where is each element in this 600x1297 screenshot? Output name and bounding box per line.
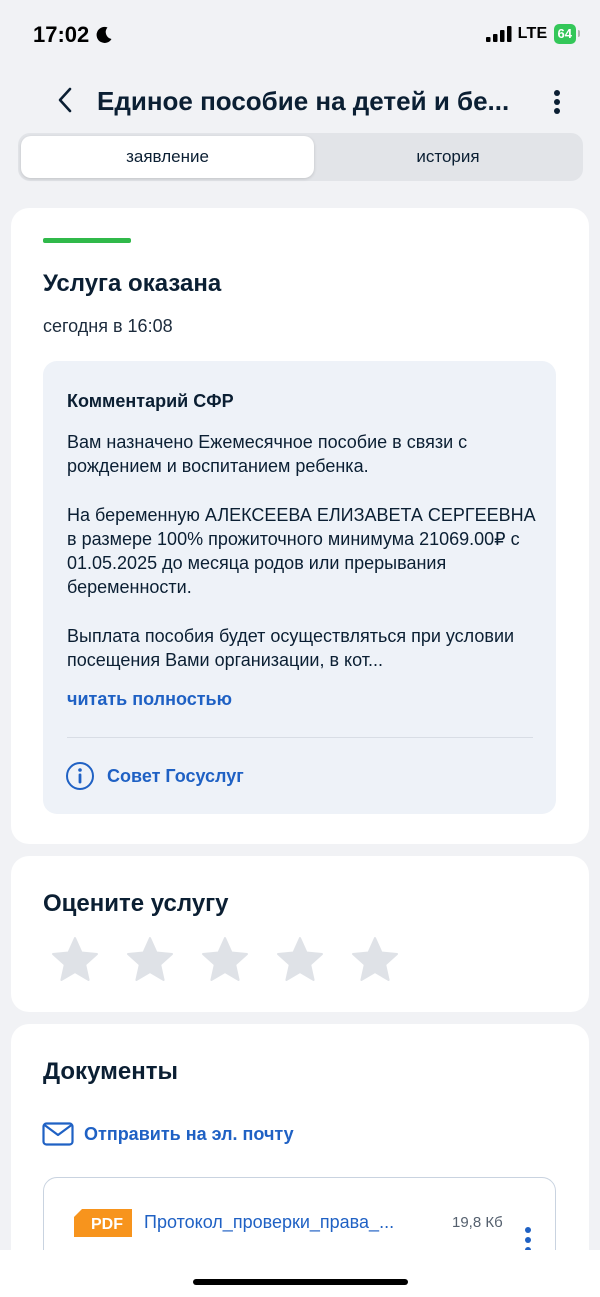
status-indicators: LTE 64 bbox=[485, 24, 581, 44]
comment-paragraph-3: Выплата пособия будет осуществляться при… bbox=[67, 624, 537, 672]
document-size: 19,8 Кб bbox=[452, 1214, 503, 1231]
back-button[interactable] bbox=[48, 80, 82, 120]
status-card: Услуга оказана сегодня в 16:08 Комментар… bbox=[11, 208, 589, 844]
advice-link[interactable]: Совет Госуслуг bbox=[65, 761, 244, 791]
status-bar: 17:02 LTE 64 bbox=[0, 0, 600, 72]
read-more-link[interactable]: читать полностью bbox=[67, 689, 232, 710]
home-indicator[interactable] bbox=[193, 1279, 408, 1285]
star-icon-2[interactable] bbox=[126, 936, 174, 984]
status-title: Услуга оказана bbox=[43, 270, 222, 297]
comment-box: Комментарий СФР Вам назначено Ежемесячно… bbox=[43, 361, 556, 814]
star-icon-3[interactable] bbox=[201, 936, 249, 984]
mail-icon bbox=[42, 1122, 74, 1146]
star-rating bbox=[51, 936, 399, 984]
status-date: сегодня в 16:08 bbox=[43, 316, 173, 336]
tab-history[interactable]: история bbox=[316, 136, 580, 178]
send-email-label: Отправить на эл. почту bbox=[84, 1123, 294, 1144]
rating-card: Оцените услугу bbox=[11, 856, 589, 1012]
status-time: 17:02 bbox=[33, 22, 90, 47]
status-indicator-line bbox=[43, 238, 131, 243]
rating-title: Оцените услугу bbox=[43, 890, 229, 917]
moon-icon bbox=[96, 26, 112, 43]
star-icon-4[interactable] bbox=[276, 936, 324, 984]
chevron-left-icon bbox=[58, 87, 72, 113]
status-time-group: 17:02 bbox=[33, 22, 114, 48]
star-icon-5[interactable] bbox=[351, 936, 399, 984]
star-icon-1[interactable] bbox=[51, 936, 99, 984]
documents-title: Документы bbox=[43, 1058, 178, 1085]
more-vertical-icon bbox=[554, 90, 560, 114]
pdf-file-icon: PDF bbox=[74, 1209, 132, 1237]
signal-icon bbox=[485, 26, 512, 42]
screen: 17:02 LTE 64 Единое пособие на детей и б… bbox=[0, 0, 600, 1297]
battery-level: 64 bbox=[557, 26, 572, 41]
send-email-button[interactable]: Отправить на эл. почту bbox=[42, 1122, 294, 1146]
comment-paragraph-3-text: Выплата пособия будет осуществляться при… bbox=[67, 626, 515, 670]
battery-icon: 64 bbox=[553, 24, 581, 44]
comment-paragraph-1: Вам назначено Ежемесячное пособие в связ… bbox=[67, 432, 468, 476]
tab-application[interactable]: заявление bbox=[21, 136, 314, 178]
page-title: Единое пособие на детей и бе... bbox=[97, 86, 510, 116]
comment-paragraph-2: На беременную АЛЕКСЕЕВА ЕЛИЗАВЕТА СЕРГЕЕ… bbox=[67, 505, 536, 597]
pdf-badge-label: PDF bbox=[91, 1216, 123, 1233]
home-bar-area bbox=[0, 1250, 600, 1297]
divider bbox=[67, 737, 533, 738]
app-header: Единое пособие на детей и бе... bbox=[0, 78, 600, 128]
network-type: LTE bbox=[517, 25, 548, 42]
comment-heading: Комментарий СФР bbox=[67, 391, 234, 411]
advice-label: Совет Госуслуг bbox=[107, 765, 244, 786]
document-name[interactable]: Протокол_проверки_права_... bbox=[144, 1212, 434, 1233]
tabs: заявление история bbox=[18, 133, 583, 181]
info-icon bbox=[66, 762, 94, 790]
more-button[interactable] bbox=[540, 82, 574, 122]
